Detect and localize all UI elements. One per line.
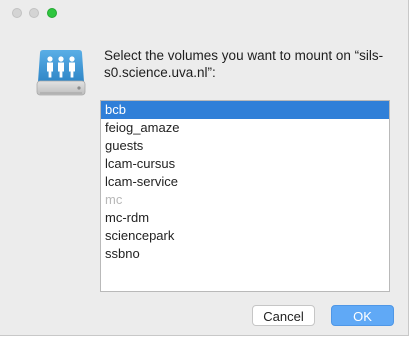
close-window-button[interactable] [12, 8, 22, 18]
ok-button[interactable]: OK [331, 305, 394, 326]
volume-list[interactable]: bcb feiog_amaze guests lcam-cursus lcam-serv… [100, 100, 390, 292]
minimize-window-button[interactable] [29, 8, 39, 18]
mount-volumes-dialog: Select the volumes you want to mount on … [0, 0, 409, 336]
volume-item: mc [105, 192, 123, 207]
volume-item[interactable]: mc-rdm [101, 209, 389, 227]
volume-item[interactable]: bcb [101, 101, 389, 119]
volume-item[interactable]: lcam-cursus [101, 155, 389, 173]
title-bar [0, 0, 408, 22]
zoom-window-button[interactable] [47, 8, 57, 18]
volume-item[interactable]: guests [101, 137, 389, 155]
volume-item[interactable]: lcam-service [101, 173, 389, 191]
file-server-icon [36, 50, 86, 96]
dialog-prompt: Select the volumes you want to mount on … [104, 48, 384, 80]
volume-item[interactable]: ssbno [101, 245, 389, 263]
cancel-button[interactable]: Cancel [252, 305, 315, 326]
volume-item[interactable]: feiog_amaze [101, 119, 389, 137]
volume-item[interactable]: sciencepark [101, 227, 389, 245]
